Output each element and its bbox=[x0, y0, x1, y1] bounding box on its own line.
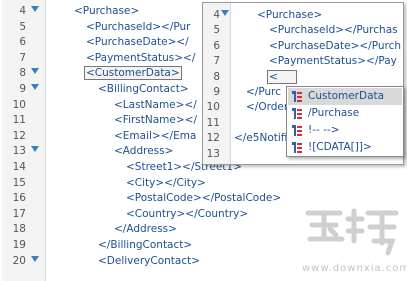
line-number: 9 bbox=[213, 86, 220, 98]
front-line[interactable]: 4 <Purchase> bbox=[203, 8, 403, 22]
line-number: 8 bbox=[19, 67, 26, 80]
code-text: <PurchaseId></Pur bbox=[86, 20, 191, 33]
code-text: <City></City> bbox=[126, 176, 206, 189]
code-text: <Country></Country> bbox=[126, 207, 249, 220]
code-text: <LastName></ bbox=[114, 98, 197, 111]
code-text: <PurchaseId></Purchas bbox=[269, 24, 398, 37]
xml-comment-icon bbox=[292, 125, 303, 136]
code-text: <DeliveryContact> bbox=[98, 254, 201, 267]
code-text: <Address> bbox=[114, 145, 174, 158]
front-line[interactable]: 5 <PurchaseId></Purchas bbox=[203, 23, 403, 37]
code-text: <Email></Ema bbox=[114, 129, 197, 142]
line-number: 6 bbox=[19, 36, 26, 49]
code-text: <PaymentStatus></Pay bbox=[269, 55, 397, 68]
line-number: 13 bbox=[12, 145, 26, 158]
fold-toggle-icon[interactable] bbox=[221, 10, 229, 16]
code-text: <Purchase> bbox=[257, 9, 323, 21]
line-number: 11 bbox=[12, 114, 26, 127]
watermark-logo: www.downxia.com bbox=[302, 205, 407, 279]
line-number: 12 bbox=[206, 132, 220, 145]
code-text: <PostalCode></PostalCode> bbox=[126, 192, 282, 205]
front-line[interactable]: 7 <PaymentStatus></Pay bbox=[203, 54, 403, 68]
autocomplete-item-customerdata[interactable]: CustomerData bbox=[288, 88, 402, 105]
line-number: 10 bbox=[12, 98, 26, 111]
code-text: < bbox=[269, 70, 278, 83]
autocomplete-item-close-purchase[interactable]: /Purchase bbox=[288, 105, 402, 122]
code-text: <PaymentStatus></ bbox=[86, 51, 196, 64]
fold-toggle-icon[interactable] bbox=[31, 6, 39, 12]
xml-element-icon bbox=[292, 108, 303, 119]
line-number: 5 bbox=[213, 24, 220, 37]
front-line[interactable]: 6 <PurchaseDate></Purch bbox=[203, 39, 403, 53]
code-text: <Purchase> bbox=[74, 5, 140, 17]
downxia-logo-icon bbox=[305, 208, 399, 256]
line-number: 18 bbox=[12, 223, 26, 236]
fold-toggle-icon[interactable] bbox=[31, 255, 39, 262]
line-number: 20 bbox=[12, 254, 26, 267]
line-number: 6 bbox=[213, 39, 220, 52]
line-number: 7 bbox=[19, 51, 26, 64]
code-text: </Purc bbox=[246, 86, 281, 98]
code-text: </e5Notifi bbox=[234, 132, 288, 145]
fold-toggle-icon[interactable] bbox=[31, 68, 39, 75]
code-text: </Order bbox=[246, 101, 289, 114]
line-number: 9 bbox=[19, 83, 26, 95]
fold-toggle-icon[interactable] bbox=[31, 84, 39, 90]
autocomplete-item-comment[interactable]: !-- --> bbox=[288, 122, 402, 139]
back-line[interactable]: 15 <City></City> bbox=[2, 176, 405, 190]
code-text: <PurchaseDate></Purch bbox=[269, 39, 402, 52]
xml-cdata-icon bbox=[292, 142, 303, 153]
autocomplete-popup: CustomerData /Purchase !-- --> ![CDATA[]… bbox=[286, 86, 404, 157]
line-number: 13 bbox=[206, 147, 220, 160]
line-number: 11 bbox=[206, 116, 220, 129]
line-number: 7 bbox=[213, 55, 220, 68]
xml-element-icon bbox=[292, 91, 303, 102]
autocomplete-item-label: !-- --> bbox=[308, 124, 340, 136]
line-number: 12 bbox=[12, 129, 26, 142]
line-number: 14 bbox=[12, 161, 26, 173]
line-number: 16 bbox=[12, 192, 26, 205]
code-text: <CustomerData> bbox=[86, 67, 180, 80]
front-line[interactable]: 8 < bbox=[203, 69, 403, 84]
back-line[interactable]: 16 <PostalCode></PostalCode> bbox=[2, 191, 405, 205]
code-text: <PurchaseDate></ bbox=[86, 36, 189, 49]
line-number: 15 bbox=[12, 176, 26, 189]
code-text: <BillingContact> bbox=[98, 83, 189, 95]
line-number: 4 bbox=[213, 9, 220, 21]
line-number: 17 bbox=[12, 207, 26, 220]
code-text: </BillingContact> bbox=[98, 239, 193, 251]
watermark-text: www.downxia.com bbox=[302, 263, 407, 274]
fold-toggle-icon[interactable] bbox=[31, 146, 39, 153]
autocomplete-item-cdata[interactable]: ![CDATA[]]> bbox=[288, 139, 402, 156]
line-number: 8 bbox=[213, 70, 220, 83]
line-number: 10 bbox=[206, 101, 220, 114]
line-number: 5 bbox=[19, 20, 26, 33]
line-number: 19 bbox=[12, 239, 26, 251]
code-text: </Address> bbox=[114, 223, 177, 236]
code-text: <FirstName></ bbox=[114, 114, 198, 127]
autocomplete-item-label: CustomerData bbox=[308, 90, 385, 102]
autocomplete-item-label: /Purchase bbox=[308, 107, 360, 119]
line-number: 4 bbox=[19, 5, 26, 17]
autocomplete-item-label: ![CDATA[]]> bbox=[308, 141, 372, 153]
